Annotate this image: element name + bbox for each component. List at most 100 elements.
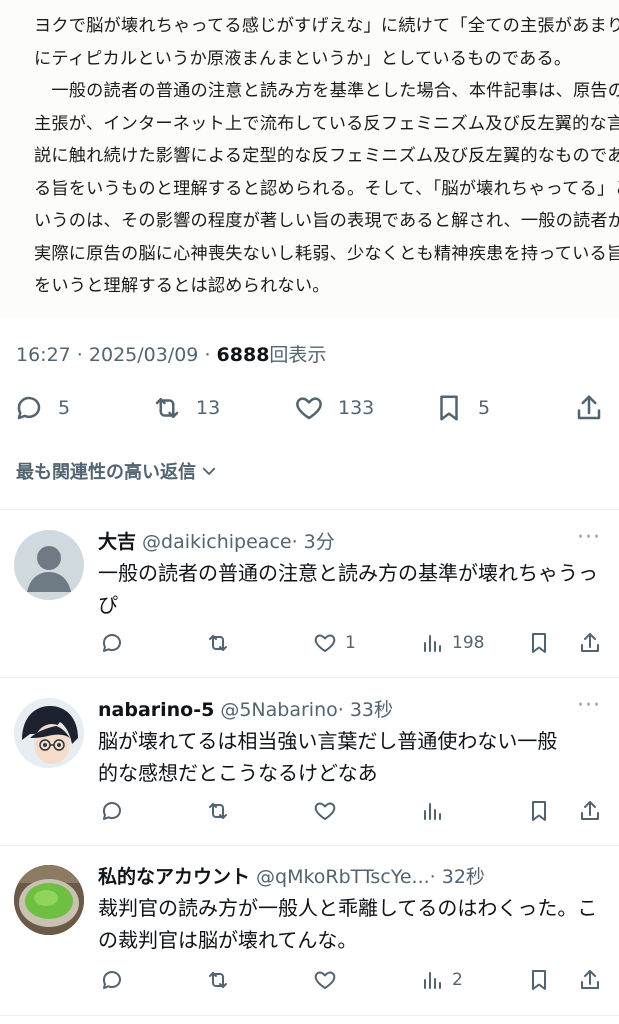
reply-text: 一般の読者の普通の注意と読み方の基準が壊れちゃうっぴ bbox=[98, 561, 598, 617]
reply-icon bbox=[102, 634, 121, 652]
analytics-icon bbox=[424, 972, 441, 989]
bookmark-button[interactable] bbox=[527, 793, 551, 829]
tweet-date: 2025/03/09 bbox=[88, 344, 199, 366]
reply-author-name[interactable]: 私的なアカウント bbox=[98, 862, 250, 889]
reply-button[interactable]: 5 bbox=[14, 385, 70, 431]
heart-icon bbox=[296, 397, 322, 420]
views-count: 2 bbox=[452, 970, 463, 990]
meta-separator: · bbox=[70, 344, 89, 366]
document-line: 説に触れ続けた影響による定型的な反フェミニズム及び反左翼的なものであ bbox=[34, 146, 619, 166]
heart-icon bbox=[314, 634, 336, 652]
reply-time[interactable]: · 32秒 bbox=[430, 862, 485, 889]
bookmark-icon bbox=[532, 801, 546, 821]
reply-text: 脳が壊れてるは相当強い言葉だし普通使わない一般的な感想だとこうなるけどなあ bbox=[98, 729, 558, 785]
retweet-icon bbox=[209, 803, 227, 819]
reply-author-name[interactable]: nabarino-5 bbox=[98, 699, 214, 721]
anime-avatar-icon bbox=[14, 698, 84, 768]
bookmark-icon bbox=[532, 633, 546, 653]
default-avatar-icon bbox=[27, 546, 71, 592]
share-icon bbox=[577, 395, 601, 420]
heart-icon bbox=[314, 971, 336, 989]
share-button[interactable] bbox=[578, 962, 602, 998]
bookmark-button[interactable] bbox=[527, 962, 551, 998]
reply-action-bar: 2 bbox=[0, 962, 619, 998]
more-options-button[interactable]: ··· bbox=[577, 525, 601, 550]
analytics-icon bbox=[424, 635, 441, 652]
reply-sort-dropdown[interactable]: 最も関連性の高い返信 bbox=[16, 458, 218, 484]
sort-label: 最も関連性の高い返信 bbox=[16, 462, 196, 483]
reply-author-handle[interactable]: @5Nabarino bbox=[220, 699, 337, 721]
heart-icon bbox=[314, 802, 336, 820]
retweet-button[interactable] bbox=[206, 793, 230, 829]
reply-author-name[interactable]: 大吉 bbox=[98, 527, 136, 554]
document-line: 一般の読者の普通の注意と読み方を基準とした場合、本件記事は、原告の bbox=[34, 81, 619, 101]
views-label: 回表示 bbox=[269, 344, 327, 366]
views-count: 198 bbox=[452, 633, 485, 653]
document-line: 実際に原告の脳に心神喪失ないし耗弱、少なくとも精神疾患を持っている旨 bbox=[34, 243, 619, 264]
document-line: る旨をいうものと理解すると認められる。そして、「脳が壊れちゃってる」と bbox=[34, 178, 619, 199]
share-icon bbox=[581, 801, 599, 820]
tweet-action-bar: 5 13 133 5 bbox=[0, 385, 619, 431]
like-button[interactable] bbox=[313, 793, 345, 829]
bookmark-button[interactable]: 5 bbox=[434, 385, 490, 431]
divider bbox=[0, 845, 619, 846]
document-line: にティピカルというか原液まんまというか」としているものである。 bbox=[34, 48, 572, 69]
retweet-icon bbox=[209, 635, 227, 651]
reply-button[interactable] bbox=[100, 962, 124, 998]
divider bbox=[0, 677, 619, 678]
document-line: いうのは、その影響の程度が著しい旨の表現であると解され、一般の読者が、 bbox=[34, 211, 619, 231]
reply-header: nabarino-5 @5Nabarino · 33秒 bbox=[98, 695, 393, 722]
avatar[interactable] bbox=[14, 530, 84, 600]
matcha-bowl-avatar-icon bbox=[14, 865, 84, 935]
chevron-down-icon bbox=[202, 467, 216, 475]
share-button[interactable] bbox=[578, 625, 602, 661]
document-image[interactable]: ヨクで脳が壊れちゃってる感じがすげえな」に続けて「全ての主張があまり にティピカ… bbox=[0, 0, 619, 318]
reply-icon bbox=[102, 971, 121, 989]
views-button[interactable]: 198 bbox=[420, 625, 484, 661]
like-button[interactable] bbox=[313, 962, 345, 998]
reply-action-bar: 1 198 bbox=[0, 625, 619, 661]
analytics-icon bbox=[424, 803, 441, 820]
reply-header: 大吉 @daikichipeace · 3分 bbox=[98, 527, 335, 554]
bookmark-button[interactable] bbox=[527, 625, 551, 661]
reply-time[interactable]: · 3分 bbox=[292, 527, 335, 554]
like-count: 133 bbox=[338, 397, 375, 419]
bookmark-icon bbox=[532, 970, 546, 990]
like-button[interactable]: 1 bbox=[313, 625, 356, 661]
avatar[interactable] bbox=[14, 865, 84, 935]
divider bbox=[0, 1015, 619, 1016]
retweet-button[interactable]: 13 bbox=[152, 385, 220, 431]
retweet-count: 13 bbox=[196, 397, 221, 419]
tweet-meta: 16:27 · 2025/03/09 · 6888回表示 bbox=[16, 340, 326, 367]
meta-separator: · bbox=[198, 344, 217, 366]
retweet-button[interactable] bbox=[206, 625, 230, 661]
document-line: ヨクで脳が壊れちゃってる感じがすげえな」に続けて「全ての主張があまり bbox=[34, 16, 619, 36]
bookmark-count: 5 bbox=[478, 397, 491, 419]
share-button[interactable] bbox=[578, 793, 602, 829]
views-button[interactable]: 2 bbox=[420, 962, 463, 998]
avatar[interactable] bbox=[14, 698, 84, 768]
tweet-time: 16:27 bbox=[16, 344, 71, 366]
more-options-button[interactable]: ··· bbox=[577, 693, 601, 718]
views-button[interactable] bbox=[420, 793, 452, 829]
reply-button[interactable] bbox=[100, 625, 124, 661]
reply-author-handle[interactable]: @qMkoRbTTscYe... bbox=[256, 866, 430, 888]
retweet-icon bbox=[209, 972, 227, 988]
like-button[interactable]: 133 bbox=[294, 385, 374, 431]
reply-author-handle[interactable]: @daikichipeace bbox=[142, 531, 292, 553]
bookmark-icon bbox=[440, 395, 458, 421]
retweet-icon bbox=[155, 398, 179, 418]
reply-action-bar bbox=[0, 793, 619, 829]
share-icon bbox=[581, 633, 599, 652]
share-icon bbox=[581, 970, 599, 989]
reply-header: 私的なアカウント @qMkoRbTTscYe... · 32秒 bbox=[98, 862, 485, 889]
reply-text: 裁判官の読み方が一般人と乖離してるのはわくった。この裁判官は脳が壊れてんな。 bbox=[98, 896, 598, 952]
reply-button[interactable] bbox=[100, 793, 124, 829]
retweet-button[interactable] bbox=[206, 962, 230, 998]
document-line: 主張が、インターネット上で流布している反フェミニズム及び反左翼的な言 bbox=[34, 113, 619, 134]
reply-count: 5 bbox=[58, 397, 71, 419]
share-button[interactable] bbox=[574, 385, 604, 431]
reply-time[interactable]: · 33秒 bbox=[338, 695, 393, 722]
views-count[interactable]: 6888 bbox=[217, 344, 270, 366]
divider bbox=[0, 509, 619, 510]
